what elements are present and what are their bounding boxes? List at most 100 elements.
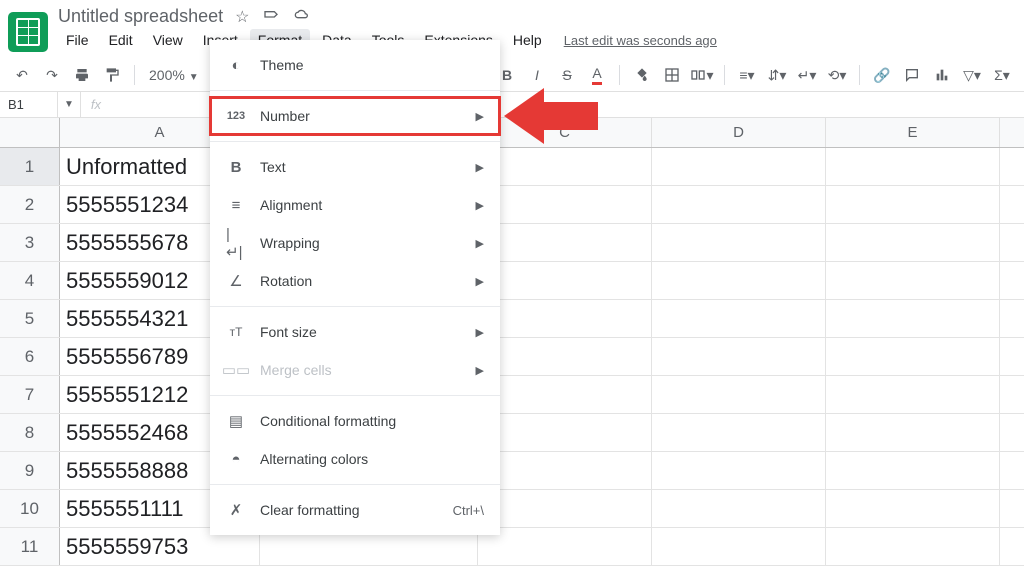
cell[interactable] [478, 528, 652, 565]
cell[interactable] [652, 262, 826, 299]
menu-view[interactable]: View [145, 29, 191, 51]
row-header[interactable]: 10 [0, 490, 60, 527]
row-header[interactable]: 5 [0, 300, 60, 337]
submenu-arrow-icon: ▶ [476, 199, 484, 212]
document-title[interactable]: Untitled spreadsheet [58, 6, 223, 27]
format-clear[interactable]: ✗ Clear formatting Ctrl+\ [210, 491, 500, 529]
format-conditional[interactable]: ▤ Conditional formatting [210, 402, 500, 440]
last-edit-link[interactable]: Last edit was seconds ago [564, 33, 717, 48]
select-all-corner[interactable] [0, 118, 60, 147]
cell[interactable] [478, 338, 652, 375]
comment-icon[interactable] [900, 63, 924, 87]
format-fontsize[interactable]: ᴛT Font size ▶ [210, 313, 500, 351]
cell[interactable] [826, 490, 1000, 527]
merge-icon[interactable]: ▾ [690, 63, 714, 87]
cell[interactable] [826, 262, 1000, 299]
menu-label: Number [260, 108, 310, 124]
row-header[interactable]: 9 [0, 452, 60, 489]
cell[interactable] [478, 262, 652, 299]
borders-icon[interactable] [660, 63, 684, 87]
col-header-E[interactable]: E [826, 118, 1000, 147]
row-header[interactable]: 8 [0, 414, 60, 451]
print-icon[interactable] [70, 63, 94, 87]
cell[interactable] [652, 148, 826, 185]
cell[interactable] [652, 452, 826, 489]
text-bold-icon: B [226, 159, 246, 176]
cell[interactable] [652, 490, 826, 527]
strikethrough-icon[interactable]: S [555, 63, 579, 87]
cell[interactable] [478, 224, 652, 261]
cell[interactable] [826, 224, 1000, 261]
star-icon[interactable]: ☆ [235, 7, 249, 27]
col-header-D[interactable]: D [652, 118, 826, 147]
format-alternating[interactable]: ◓ Alternating colors [210, 440, 500, 478]
cell[interactable] [478, 452, 652, 489]
cell[interactable] [826, 414, 1000, 451]
cell[interactable] [652, 300, 826, 337]
wrap-icon[interactable]: ↵▾ [795, 63, 819, 87]
row-header[interactable]: 6 [0, 338, 60, 375]
valign-icon[interactable]: ⇵▾ [765, 63, 789, 87]
format-rotation[interactable]: ∠ Rotation ▶ [210, 262, 500, 300]
chart-icon[interactable] [930, 63, 954, 87]
cell[interactable] [478, 186, 652, 223]
cell[interactable] [478, 414, 652, 451]
cloud-icon[interactable] [293, 7, 311, 27]
filter-icon[interactable]: ▽▾ [960, 63, 984, 87]
cell[interactable] [652, 186, 826, 223]
row-header[interactable]: 4 [0, 262, 60, 299]
paint-format-icon[interactable] [100, 63, 124, 87]
text-color-icon[interactable]: A [585, 63, 609, 87]
cell[interactable] [478, 376, 652, 413]
move-icon[interactable] [263, 7, 279, 27]
format-text[interactable]: B Text ▶ [210, 148, 500, 186]
link-icon[interactable]: 🔗 [870, 63, 894, 87]
functions-icon[interactable]: Σ▾ [990, 63, 1014, 87]
cell[interactable] [826, 376, 1000, 413]
align-icon[interactable]: ≡▾ [735, 63, 759, 87]
menu-label: Theme [260, 57, 304, 73]
cell[interactable] [652, 224, 826, 261]
row-header[interactable]: 3 [0, 224, 60, 261]
alignment-icon: ≡ [226, 197, 246, 214]
cell[interactable] [826, 338, 1000, 375]
zoom-select[interactable]: 200% ▼ [145, 67, 203, 83]
cell[interactable] [478, 300, 652, 337]
menu-edit[interactable]: Edit [101, 29, 141, 51]
format-alignment[interactable]: ≡ Alignment ▶ [210, 186, 500, 224]
cell[interactable] [826, 186, 1000, 223]
row-header[interactable]: 11 [0, 528, 60, 565]
name-box[interactable]: B1 [0, 92, 58, 117]
italic-icon[interactable]: I [525, 63, 549, 87]
menu-label: Conditional formatting [260, 413, 396, 429]
cell[interactable] [826, 148, 1000, 185]
menu-file[interactable]: File [58, 29, 97, 51]
format-wrapping[interactable]: |↵| Wrapping ▶ [210, 224, 500, 262]
cell[interactable] [826, 300, 1000, 337]
format-merge: ▭▭ Merge cells ▶ [210, 351, 500, 389]
menu-help[interactable]: Help [505, 29, 550, 51]
cell[interactable] [478, 490, 652, 527]
row-header[interactable]: 7 [0, 376, 60, 413]
cell[interactable] [652, 338, 826, 375]
submenu-arrow-icon: ▶ [476, 237, 484, 250]
row-header[interactable]: 2 [0, 186, 60, 223]
cell[interactable] [826, 452, 1000, 489]
wrapping-icon: |↵| [226, 226, 246, 261]
rotate-icon[interactable]: ⟲▾ [825, 63, 849, 87]
fill-color-icon[interactable] [630, 63, 654, 87]
cell[interactable] [652, 414, 826, 451]
format-theme[interactable]: ◐ Theme [210, 46, 500, 84]
cell[interactable] [826, 528, 1000, 565]
cell[interactable] [652, 528, 826, 565]
row-header[interactable]: 1 [0, 148, 60, 185]
menu-label: Rotation [260, 273, 312, 289]
sheets-logo[interactable] [8, 12, 48, 52]
cell[interactable] [478, 148, 652, 185]
name-box-dropdown-icon[interactable]: ▼ [58, 92, 81, 117]
undo-icon[interactable]: ↶ [10, 63, 34, 87]
redo-icon[interactable]: ↷ [40, 63, 64, 87]
cell[interactable] [652, 376, 826, 413]
format-number[interactable]: 123 Number ▶ [210, 97, 500, 135]
number-icon: 123 [226, 110, 246, 122]
